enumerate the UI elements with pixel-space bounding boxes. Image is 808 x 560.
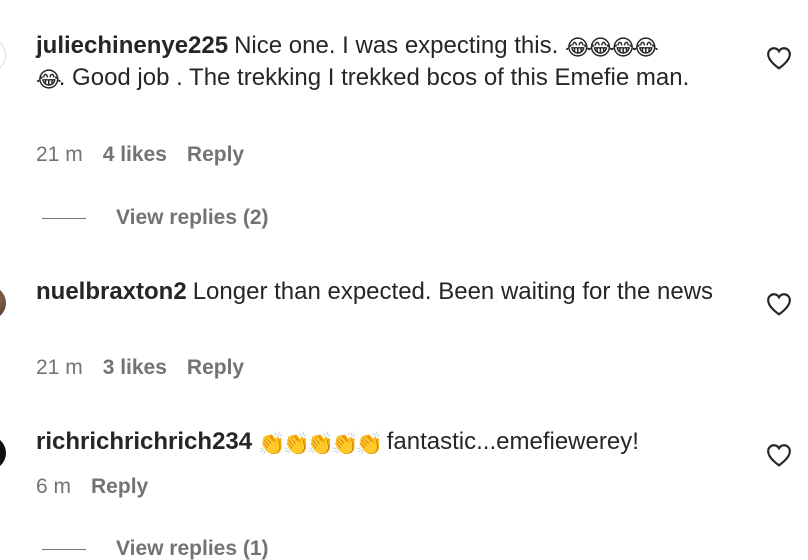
comment-text: Longer than expected. Been waiting for t…	[192, 278, 714, 305]
comment-likes[interactable]: 3 likes	[103, 356, 167, 380]
comment-text-continued: . Good job . The trekking I trekked bcos…	[58, 64, 690, 91]
comment-meta: 21 m 3 likes Reply	[36, 356, 244, 380]
replies-divider	[42, 548, 86, 550]
reply-button[interactable]: Reply	[91, 475, 148, 499]
comment-body: richrichrichrich234 👏👏👏👏👏 fantastic...eme…	[36, 426, 726, 458]
comment-likes[interactable]: 4 likes	[103, 143, 167, 167]
view-replies-label: View replies (2)	[116, 206, 269, 229]
comment-meta: 6 m Reply	[36, 475, 148, 499]
comment-body: nuelbraxton2 Longer than expected. Been w…	[36, 276, 726, 308]
comment-username[interactable]: juliechinenye225	[36, 32, 228, 59]
reply-button[interactable]: Reply	[187, 143, 244, 167]
heart-icon[interactable]	[766, 443, 792, 467]
view-replies-button[interactable]: View replies (2)	[42, 206, 269, 230]
comment-time[interactable]: 21 m	[36, 143, 83, 167]
comment-username[interactable]: nuelbraxton2	[36, 278, 187, 305]
comment-time[interactable]: 21 m	[36, 356, 83, 380]
comment-meta: 21 m 4 likes Reply	[36, 143, 244, 167]
heart-icon[interactable]	[766, 292, 792, 316]
avatar[interactable]	[0, 436, 6, 470]
laughing-emoji: 😂	[36, 67, 62, 92]
reply-button[interactable]: Reply	[187, 356, 244, 380]
avatar[interactable]	[0, 38, 6, 72]
comment-username[interactable]: richrichrichrich234	[36, 428, 252, 455]
comment-time[interactable]: 6 m	[36, 475, 71, 499]
heart-icon[interactable]	[766, 46, 792, 70]
view-replies-button[interactable]: View replies (1)	[42, 537, 269, 560]
comments-panel: juliechinenye225 Nice one. I was expectin…	[0, 0, 808, 560]
avatar[interactable]	[0, 286, 6, 320]
replies-divider	[42, 217, 86, 219]
clapping-emoji: 👏👏👏👏👏	[258, 431, 383, 456]
comment-text: fantastic...emefiewerey!	[386, 428, 639, 455]
comment-text: Nice one. I was expecting this.	[234, 32, 559, 59]
comment-body: juliechinenye225 Nice one. I was expectin…	[36, 30, 726, 94]
view-replies-label: View replies (1)	[116, 537, 269, 560]
laughing-emoji: 😂😂😂😂	[564, 35, 659, 60]
